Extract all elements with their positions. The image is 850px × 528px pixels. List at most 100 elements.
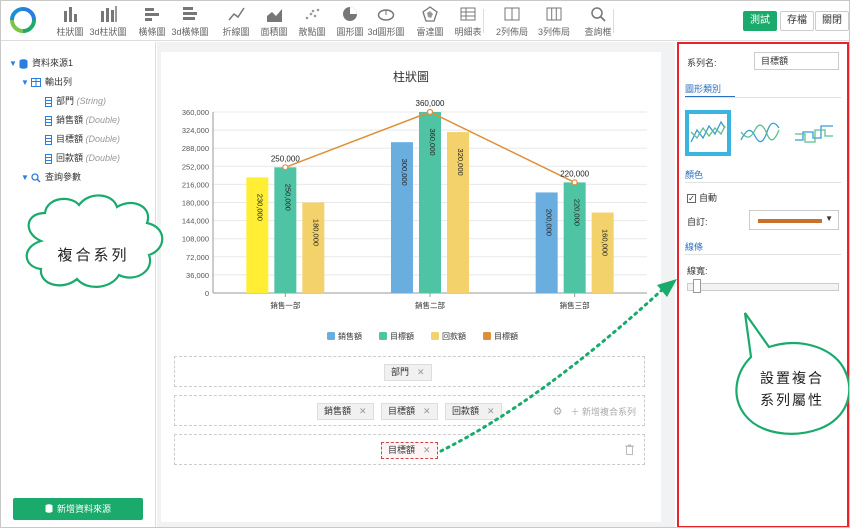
line-data-label: 250,000 — [271, 154, 300, 163]
combo-series-chip[interactable]: 目標額 ✕ — [381, 442, 438, 459]
app-logo-icon — [10, 7, 36, 33]
y-tick-label: 144,000 — [182, 217, 209, 226]
line-type-straight[interactable] — [685, 110, 731, 156]
y-tick-label: 72,000 — [186, 253, 209, 262]
tree-field[interactable]: 目標額 (Double) — [45, 131, 120, 147]
series-name-input[interactable]: 目標額 — [754, 52, 839, 70]
line-data-label: 360,000 — [416, 99, 445, 108]
gear-icon[interactable]: ⚙ — [553, 406, 563, 418]
series-zone[interactable]: 銷售額 ✕ 目標額 ✕ 回款額 ✕ ⚙ ＋ 新增複合系列 — [174, 395, 645, 426]
series-chip-sales[interactable]: 銷售額 ✕ — [317, 403, 374, 420]
close-icon[interactable]: ✕ — [359, 406, 367, 416]
new-datasource-button[interactable]: 新增資料來源 — [13, 498, 143, 520]
chevron-down-icon[interactable]: ▼ — [825, 214, 833, 223]
trash-icon[interactable] — [625, 444, 634, 455]
chip-label: 回款額 — [452, 406, 480, 416]
custom-color-label: 自訂: — [687, 217, 708, 227]
close-button[interactable]: 關閉 — [815, 11, 849, 31]
expand-arrow-icon[interactable]: ▼ — [21, 75, 31, 91]
toolbar-label: 柱狀圖 — [56, 27, 84, 37]
expand-arrow-icon[interactable]: ▼ — [21, 170, 31, 186]
toolbar-label: 雷達圖 — [416, 27, 444, 37]
tree-datasource[interactable]: ▼ 資料來源1 — [9, 55, 73, 71]
toolbar-label: 3列佈局 — [537, 27, 570, 37]
toolbar-search-button[interactable]: 查詢框 — [579, 5, 617, 39]
tree-label: 輸出列 — [45, 77, 73, 87]
toolbar-label: 折線圖 — [222, 27, 250, 37]
auto-checkbox-row[interactable]: ✓ 自動 — [687, 191, 717, 204]
chip-label: 目標額 — [388, 445, 416, 455]
bar-data-label: 200,000 — [545, 209, 554, 236]
expand-arrow-icon[interactable]: ▼ — [9, 56, 19, 72]
cloud-callout-text: 複合系列 — [57, 246, 130, 264]
tree-query-params[interactable]: ▼ 查詢參數 — [21, 169, 81, 185]
line-type-smooth[interactable] — [737, 110, 783, 156]
app-window: 柱狀圖 3d柱狀圖 橫條圖 3d橫條圖 折線圖 面積圖 散點圖 圓形圖 3d圓形圖 雷達圖 明細表 2… — [0, 0, 850, 528]
toolbar-table-button[interactable]: 明細表 — [449, 5, 487, 39]
toolbar-label: 2列佈局 — [495, 27, 528, 37]
toolbar-pie-3d-button[interactable]: 3d圓形圖 — [367, 5, 405, 39]
series-chip-collect[interactable]: 回款額 ✕ — [445, 403, 502, 420]
legend-swatch — [327, 332, 335, 340]
test-button[interactable]: 測試 — [743, 11, 777, 31]
tree-field[interactable]: 回款額 (Double) — [45, 150, 120, 166]
close-icon[interactable]: ✕ — [487, 406, 495, 416]
close-icon[interactable]: ✕ — [423, 445, 431, 455]
slider-handle[interactable] — [693, 279, 701, 293]
tree-field[interactable]: 銷售額 (Double) — [45, 112, 120, 128]
toolbar-line-chart-button[interactable]: 折線圖 — [217, 5, 255, 39]
save-button[interactable]: 存檔 — [780, 11, 814, 31]
line-point — [282, 164, 289, 171]
line-type-step[interactable] — [791, 110, 837, 156]
color-section-title: 顏色 — [685, 170, 704, 180]
tree-field[interactable]: 部門 (String) — [45, 93, 106, 109]
legend-label: 目標額 — [390, 331, 414, 341]
toolbar-hbar-3d-button[interactable]: 3d橫條圖 — [171, 5, 209, 39]
bar-chart-icon — [64, 7, 77, 22]
toolbar-radar-chart-button[interactable]: 雷達圖 — [411, 5, 449, 39]
y-tick-label: 180,000 — [182, 199, 209, 208]
line-data-label: 220,000 — [560, 169, 589, 178]
checkbox-checked-icon[interactable]: ✓ — [687, 194, 696, 203]
toolbar-three-column-layout-button[interactable]: 3列佈局 — [535, 5, 573, 39]
toolbar-bar-chart-button[interactable]: 柱狀圖 — [51, 5, 89, 39]
new-datasource-label: 新增資料來源 — [56, 504, 111, 514]
legend-swatch — [379, 332, 387, 340]
field-name: 銷售額 — [56, 115, 84, 125]
toolbar-scatter-chart-button[interactable]: 散點圖 — [293, 5, 331, 39]
field-type: (Double) — [85, 153, 121, 163]
line-point — [426, 108, 434, 116]
legend-swatch — [431, 332, 439, 340]
bar-data-label: 320,000 — [456, 149, 465, 176]
category-zone[interactable]: 部門 ✕ — [174, 356, 645, 387]
table-icon — [460, 7, 476, 21]
line-width-slider[interactable] — [687, 283, 839, 291]
y-tick-label: 288,000 — [182, 144, 209, 153]
tree-output[interactable]: ▼ 輸出列 — [21, 74, 72, 90]
toolbar-label: 查詢框 — [584, 27, 612, 37]
toolbar-area-chart-button[interactable]: 面積圖 — [255, 5, 293, 39]
toolbar-hbar-chart-button[interactable]: 橫條圖 — [133, 5, 171, 39]
series-chip-target[interactable]: 目標額 ✕ — [381, 403, 438, 420]
close-icon[interactable]: ✕ — [423, 406, 431, 416]
toolbar-label: 3d圓形圖 — [367, 27, 405, 37]
category-chip[interactable]: 部門 ✕ — [384, 364, 432, 381]
close-icon[interactable]: ✕ — [417, 367, 425, 377]
combo-series-zone[interactable]: 目標額 ✕ — [174, 434, 645, 465]
data-source-panel: ▼ 資料來源1 ▼ 輸出列 部門 (String) 銷售額 (Double) 目標額 (… — [1, 42, 156, 527]
series-properties-panel: 系列名: 目標額 圖形類別 顏色 ✓ 自動 自訂: ▼ 線條 線寬: — [677, 42, 849, 527]
toolbar-bar-3d-button[interactable]: 3d柱狀圖 — [89, 5, 127, 39]
three-column-layout-icon — [546, 7, 562, 21]
add-combo-series-button[interactable]: ⚙ ＋ 新增複合系列 — [553, 405, 636, 418]
custom-color-picker[interactable]: ▼ — [749, 210, 839, 230]
toolbar-label: 面積圖 — [260, 27, 288, 37]
line-section-title: 線條 — [685, 242, 704, 252]
legend-label: 銷售額 — [338, 331, 362, 341]
scatter-chart-icon — [305, 8, 320, 20]
table-icon — [31, 78, 41, 88]
toolbar-pie-chart-button[interactable]: 圓形圖 — [331, 5, 369, 39]
toolbar-two-column-layout-button[interactable]: 2列佈局 — [493, 5, 531, 39]
radar-chart-icon — [422, 6, 438, 22]
bar — [535, 192, 558, 293]
series-name-label: 系列名: — [687, 58, 717, 68]
